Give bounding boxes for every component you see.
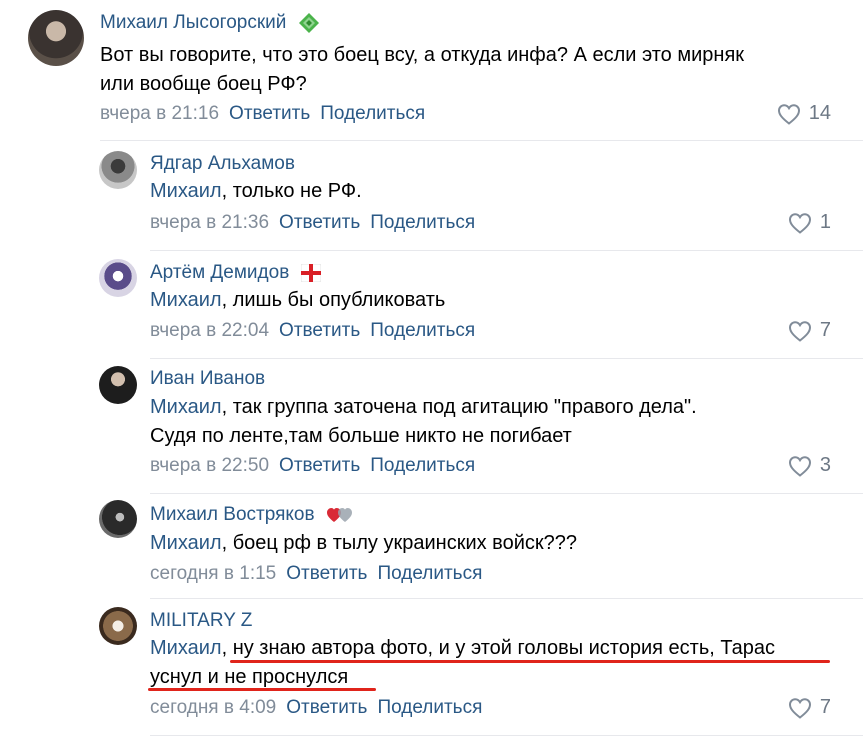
reply-button[interactable]: Ответить — [279, 320, 360, 341]
divider — [150, 735, 863, 736]
heart-icon — [788, 697, 811, 719]
reply-button[interactable]: Ответить — [279, 212, 360, 233]
comment-time[interactable]: вчера в 22:50 — [150, 455, 269, 476]
avatar[interactable] — [99, 500, 137, 538]
share-button[interactable]: Поделиться — [370, 212, 475, 233]
mention-link[interactable]: Михаил — [150, 532, 222, 554]
mention-link[interactable]: Михаил — [150, 396, 222, 418]
comment-time[interactable]: сегодня в 4:09 — [150, 697, 276, 718]
author-name[interactable]: MILITARY Z — [150, 610, 252, 632]
like-count: 7 — [819, 696, 831, 718]
hearts-icon — [326, 507, 352, 522]
reply-button[interactable]: Ответить — [229, 103, 310, 124]
comment-meta: вчера в 21:36 Ответить Поделиться — [150, 212, 475, 234]
avatar[interactable] — [99, 151, 137, 189]
author-name[interactable]: Артём Демидов — [150, 262, 321, 284]
heart-icon — [788, 320, 811, 342]
author-name[interactable]: Ядгар Альхамов — [150, 153, 295, 175]
like-count: 7 — [819, 319, 831, 341]
comment-text: Михаил, боец рф в тылу украинских войск?… — [150, 532, 577, 554]
red-highlight-underline — [230, 660, 830, 663]
reply-button[interactable]: Ответить — [286, 563, 367, 584]
mention-link[interactable]: Михаил — [150, 637, 222, 659]
comment-time[interactable]: вчера в 21:16 — [100, 103, 219, 124]
like-count: 1 — [819, 211, 831, 233]
share-button[interactable]: Поделиться — [377, 563, 482, 584]
author-name[interactable]: Михаил Лысогорский — [100, 12, 320, 34]
reply-button[interactable]: Ответить — [279, 455, 360, 476]
share-button[interactable]: Поделиться — [320, 103, 425, 124]
like-button[interactable]: 7 — [788, 319, 831, 342]
avatar[interactable] — [99, 607, 137, 645]
comment-time[interactable]: вчера в 22:04 — [150, 320, 269, 341]
avatar[interactable] — [99, 259, 137, 297]
avatar[interactable] — [28, 10, 84, 66]
avatar[interactable] — [99, 366, 137, 404]
green-diamond-icon — [298, 13, 319, 33]
red-cross-flag-icon — [300, 263, 321, 282]
comment-text: Михаил, так группа заточена под агитацию… — [150, 396, 697, 447]
comment-text: Михаил, лишь бы опубликовать — [150, 289, 446, 311]
author-name[interactable]: Иван Иванов — [150, 368, 265, 390]
comment-text: Михаил, ну знаю автора фото, и у этой го… — [150, 637, 776, 688]
comment-meta: сегодня в 1:15 Ответить Поделиться — [150, 563, 482, 585]
red-highlight-underline — [148, 688, 376, 691]
like-button[interactable]: 3 — [788, 454, 831, 477]
like-button[interactable]: 1 — [788, 211, 831, 234]
heart-icon — [788, 212, 811, 234]
author-name[interactable]: Михаил Востряков — [150, 504, 354, 526]
comment-meta: вчера в 22:04 Ответить Поделиться — [150, 320, 475, 342]
comment-text: Михаил, только не РФ. — [150, 180, 362, 202]
mention-link[interactable]: Михаил — [150, 180, 222, 202]
comment-text: Вот вы говорите, что это боец всу, а отк… — [100, 44, 745, 95]
share-button[interactable]: Поделиться — [370, 320, 475, 341]
divider — [150, 250, 863, 251]
divider — [150, 493, 863, 494]
divider — [100, 140, 863, 141]
share-button[interactable]: Поделиться — [377, 697, 482, 718]
comment-time[interactable]: сегодня в 1:15 — [150, 563, 276, 584]
like-count: 3 — [819, 454, 831, 476]
reply-button[interactable]: Ответить — [286, 697, 367, 718]
comment-meta: вчера в 22:50 Ответить Поделиться — [150, 455, 475, 477]
heart-icon — [777, 103, 800, 125]
like-button[interactable]: 14 — [777, 102, 831, 125]
share-button[interactable]: Поделиться — [370, 455, 475, 476]
like-button[interactable]: 7 — [788, 696, 831, 719]
comment-meta: вчера в 21:16 Ответить Поделиться — [100, 103, 425, 125]
like-count: 14 — [808, 102, 831, 124]
comment-time[interactable]: вчера в 21:36 — [150, 212, 269, 233]
comment-meta: сегодня в 4:09 Ответить Поделиться — [150, 697, 482, 719]
divider — [150, 358, 863, 359]
mention-link[interactable]: Михаил — [150, 289, 222, 311]
divider — [150, 598, 863, 599]
heart-icon — [788, 455, 811, 477]
